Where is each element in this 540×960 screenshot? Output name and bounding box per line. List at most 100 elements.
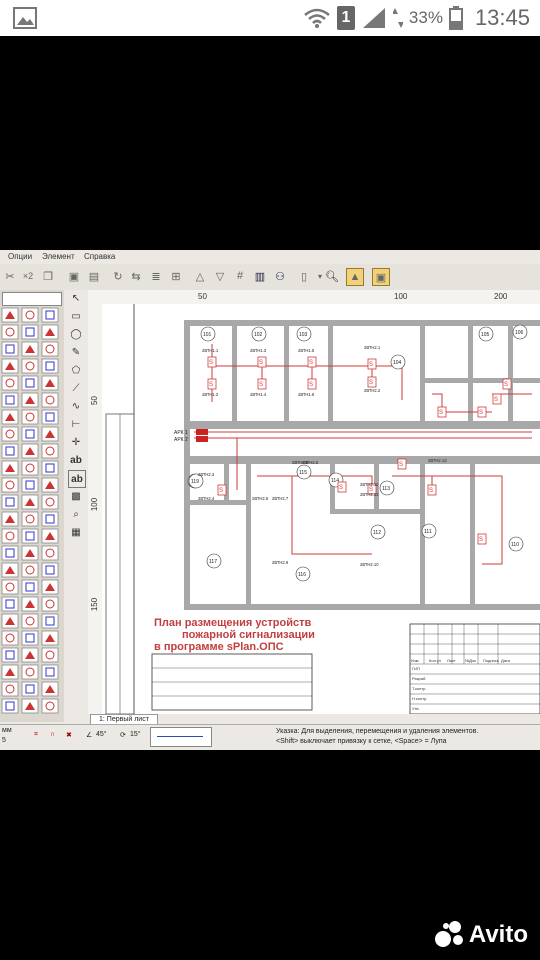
polyline-icon[interactable]: ⟋ <box>68 380 84 396</box>
drawing-canvas[interactable]: 101 102 103 104 105 106 110 111 112 113 114 115 116 1… <box>102 304 540 714</box>
data-arrows-icon <box>392 8 403 28</box>
detector-symbol: S <box>209 360 213 366</box>
distribute-icon[interactable]: ⊞ <box>168 268 184 284</box>
wall <box>470 464 475 604</box>
wall <box>184 421 540 429</box>
ruler-left-tick-150: 150 <box>90 597 100 612</box>
drawing-title-line-3: в программе sPlan.ОПС <box>154 641 284 653</box>
back-icon[interactable]: ▽ <box>212 268 228 284</box>
library-symbol <box>41 358 59 374</box>
detector-symbol: S <box>369 362 373 368</box>
menu-options[interactable]: Опции <box>8 252 32 261</box>
library-icon[interactable]: ▥ <box>252 268 268 284</box>
front-icon[interactable]: △ <box>192 268 208 284</box>
detector-symbol: S <box>429 488 433 494</box>
room-number: 111 <box>424 529 432 535</box>
picture-icon[interactable]: ▩ <box>68 488 84 504</box>
detector-symbol: S <box>309 382 313 388</box>
title-block-row-label: Утв. <box>412 706 420 711</box>
textbox-icon[interactable]: ab <box>68 470 86 488</box>
detector-symbol: S <box>309 360 313 366</box>
library-symbol <box>21 477 39 493</box>
loop-label: 2ВТН2.11 <box>360 482 379 487</box>
bezier-icon[interactable]: ∿ <box>68 398 84 414</box>
ungroup-icon[interactable]: ▤ <box>86 268 102 284</box>
wall <box>184 500 246 505</box>
library-symbol <box>21 630 39 646</box>
library-symbol <box>21 562 39 578</box>
menu-help[interactable]: Справка <box>84 252 115 261</box>
library-symbol <box>1 341 19 357</box>
rotate-step-icon[interactable]: ⟳ <box>120 731 126 739</box>
frame-icon[interactable]: ▣ <box>372 268 390 286</box>
rectangle-icon[interactable]: ▭ <box>68 308 84 324</box>
library-symbol <box>21 375 39 391</box>
title-block-frame <box>409 623 540 714</box>
copy-icon[interactable]: ❐ <box>40 268 56 284</box>
pointer-icon[interactable]: ↖ <box>68 290 84 306</box>
room-number: 110 <box>511 542 519 548</box>
text-icon[interactable]: ab <box>68 452 84 468</box>
wall <box>184 320 540 326</box>
ruler-tick-200: 200 <box>494 292 508 301</box>
wall <box>420 320 425 421</box>
library-symbol <box>21 613 39 629</box>
detector-symbol: S <box>339 485 343 491</box>
pen-icon[interactable]: ✎ <box>68 344 84 360</box>
snap-grid-icon[interactable]: ⌗ <box>34 731 38 739</box>
symbol-library <box>0 290 65 722</box>
wall <box>328 320 333 421</box>
toolbar: ✂ ×2 ❐ ▣ ▤ ↻ ⇆ ≣ ⊞ △ ▽ # ▥ ⚇ ▯ ▾ 🔍︎ ▲ ▣ <box>0 264 540 291</box>
ruler-tick-100: 100 <box>394 292 408 301</box>
ruler-left: 50 100 150 <box>88 304 103 714</box>
room-number: 112 <box>373 530 381 536</box>
line-mode-icon[interactable]: ✖ <box>66 731 72 739</box>
library-symbol <box>41 613 59 629</box>
connector-icon[interactable]: ✛ <box>68 434 84 450</box>
splan-window: Опции Элемент Справка ✂ ×2 ❐ ▣ ▤ ↻ ⇆ ≣ ⊞… <box>0 250 540 750</box>
cut-icon[interactable]: ✂ <box>2 268 18 284</box>
rotate-icon[interactable]: ↻ <box>110 268 126 284</box>
room-number: 102 <box>254 332 263 338</box>
page-icon[interactable]: ▯ <box>296 268 312 284</box>
loop-label: 2ВТН2.8 <box>292 460 309 465</box>
grid-icon[interactable]: # <box>232 268 248 284</box>
title-block-header: №Док <box>465 658 476 663</box>
magnet-icon[interactable]: ∩ <box>50 731 55 738</box>
detector-symbol: S <box>259 360 263 366</box>
title-block-header: Лист <box>447 658 456 663</box>
group-icon[interactable]: ▣ <box>66 268 82 284</box>
zoom-tool-icon[interactable]: ⌕ <box>68 506 84 522</box>
magnifier-icon[interactable]: 🔍︎ <box>324 268 340 284</box>
drawing-title-line-1: План размещения устройств <box>154 617 312 629</box>
library-symbol <box>41 664 59 680</box>
detector-symbol: S <box>399 462 403 468</box>
angle-2: 15° <box>130 731 141 738</box>
library-symbol <box>21 324 39 340</box>
library-symbol <box>1 426 19 442</box>
align-icon[interactable]: ≣ <box>148 268 164 284</box>
image-icon[interactable]: ▲ <box>346 268 364 286</box>
ellipse-icon[interactable]: ◯ <box>68 326 84 342</box>
detector-symbol: S <box>479 410 483 416</box>
line-style-preview[interactable] <box>150 727 212 747</box>
library-symbol <box>21 460 39 476</box>
line-sample <box>157 736 203 737</box>
ruler-tick-50: 50 <box>198 292 207 301</box>
measure-icon[interactable]: ▦ <box>68 524 84 540</box>
detector-symbol: S <box>209 382 213 388</box>
library-select[interactable] <box>2 292 62 306</box>
mirror-icon[interactable]: ⇆ <box>128 268 144 284</box>
zoom-button[interactable]: ×2 <box>18 268 38 284</box>
ruler-left-tick-50: 50 <box>89 396 99 405</box>
polygon-icon[interactable]: ⬠ <box>68 362 84 378</box>
loop-wire <box>257 475 372 555</box>
ruler-top: 50 100 150 200 <box>88 290 540 305</box>
panel-apk-2 <box>196 436 208 442</box>
library-symbol <box>21 409 39 425</box>
dimension-icon[interactable]: ⊢ <box>68 416 84 432</box>
library-symbol <box>1 647 19 663</box>
binoculars-icon[interactable]: ⚇ <box>272 268 288 284</box>
menu-element[interactable]: Элемент <box>42 252 75 261</box>
angle-icon[interactable]: ∠ <box>86 731 92 739</box>
